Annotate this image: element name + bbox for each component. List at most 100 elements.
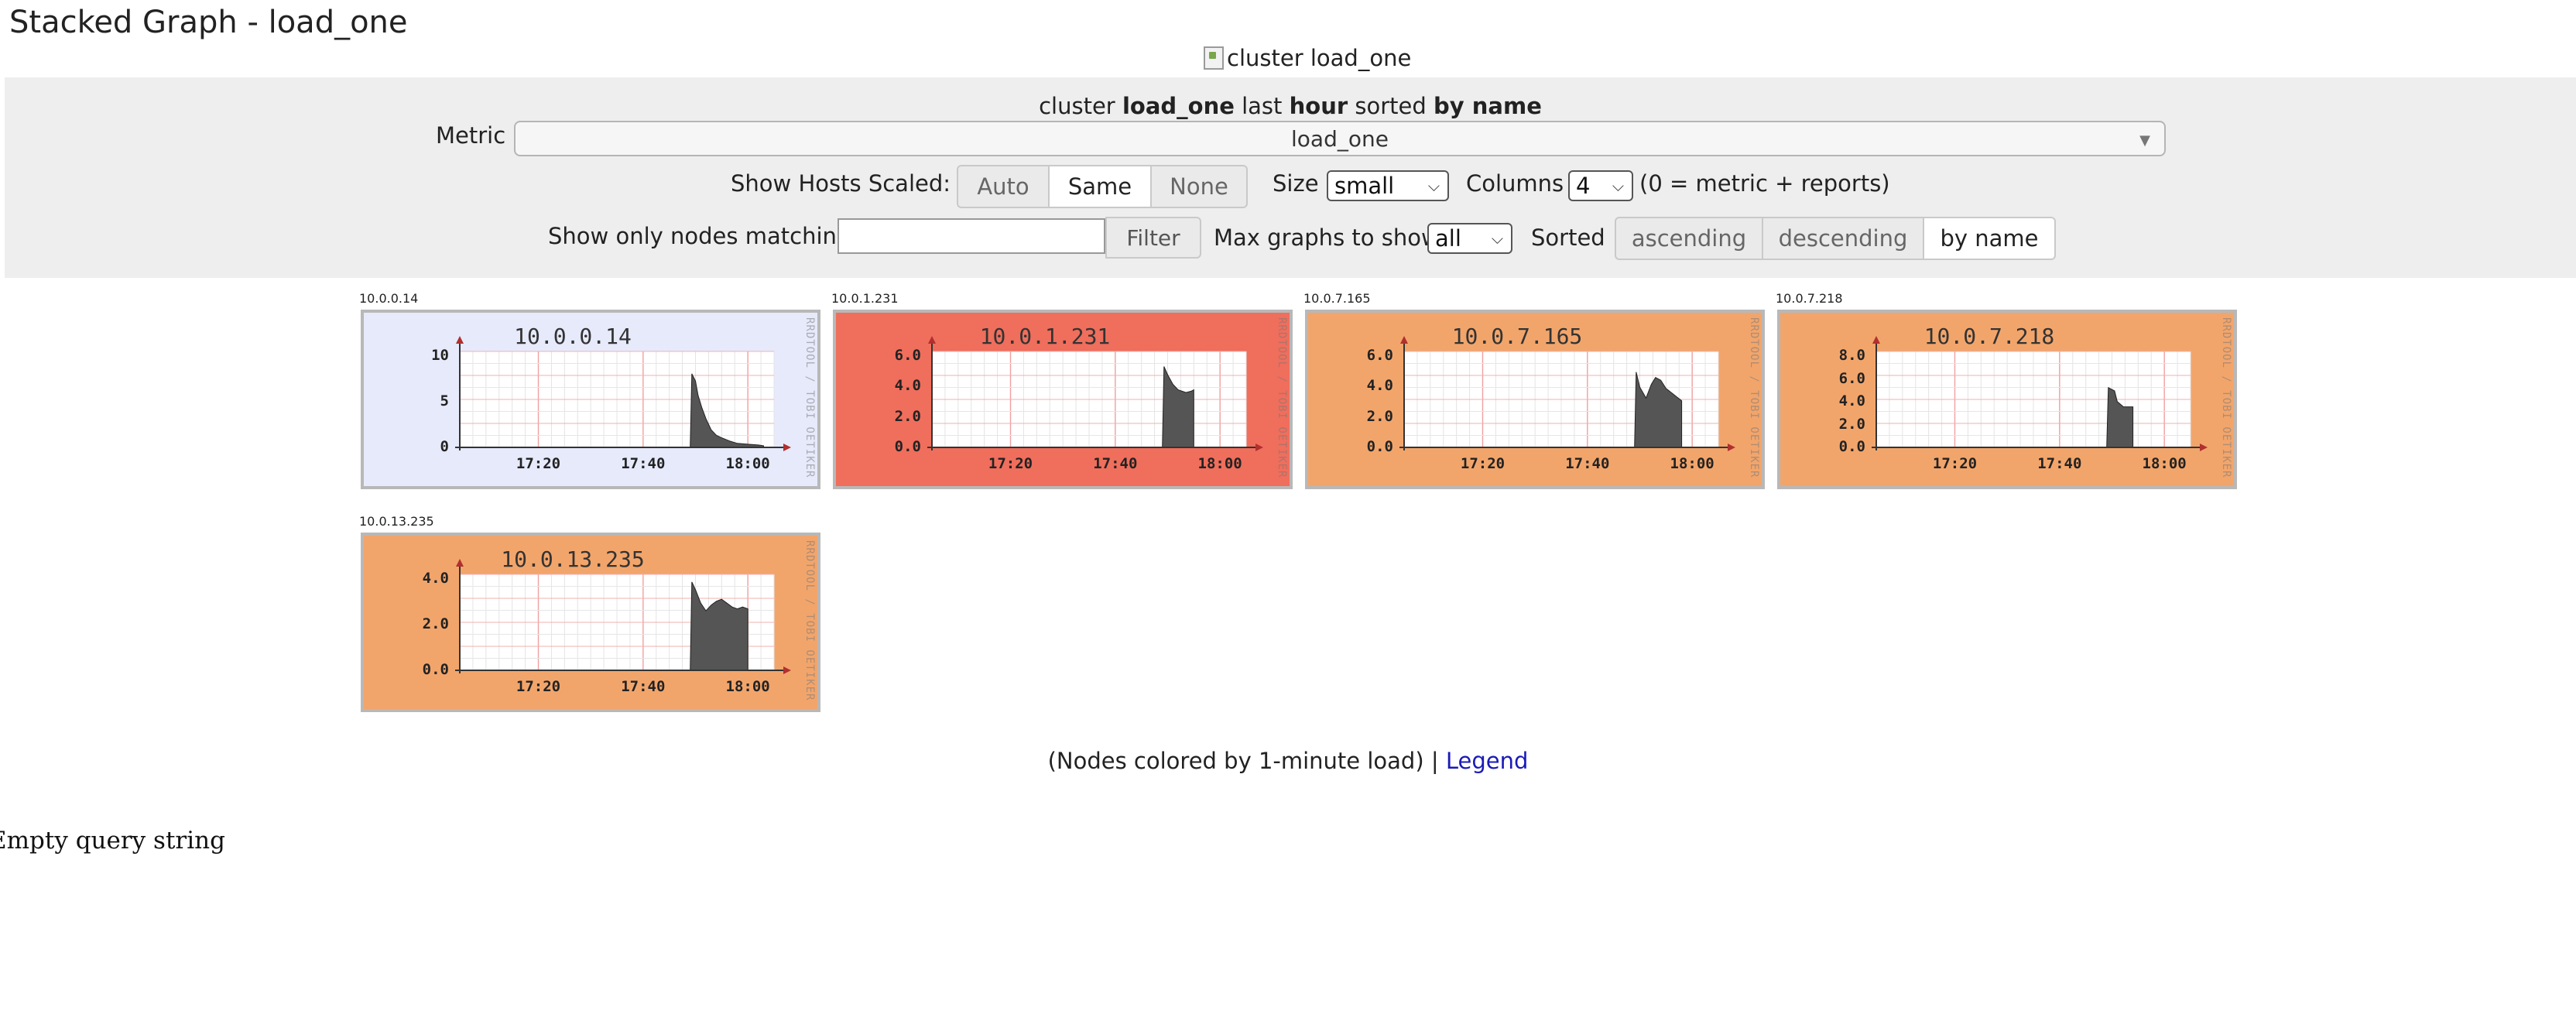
- y-tick-label: 0.0: [894, 438, 921, 455]
- x-axis-arrow-icon: [783, 444, 791, 451]
- filter-button[interactable]: Filter: [1105, 217, 1201, 259]
- host-label[interactable]: 10.0.1.231: [831, 291, 899, 306]
- rrdtool-watermark: RRDTOOL / TOBI OETIKER: [1276, 317, 1288, 478]
- host-graph-image[interactable]: 10.0.7.165 6.0 4.0 2.0 0.0 17:20 17:40 18:00 RRD…: [1305, 310, 1765, 489]
- metric-select[interactable]: load_one ▼: [514, 121, 2166, 156]
- broken-image-icon: [1204, 46, 1224, 70]
- y-tick-label: 10: [431, 347, 449, 364]
- scaled-label: Show Hosts Scaled:: [731, 170, 951, 197]
- metric-select-value: load_one: [1291, 125, 1389, 152]
- x-tick-label: 18:00: [725, 455, 770, 472]
- y-tick-label: 4.0: [422, 570, 449, 587]
- host-graph-image[interactable]: 10.0.7.218 8.0 6.0 4.0 2.0 0.0 17:20 17:40 18:00…: [1777, 310, 2237, 489]
- graph-title: 10.0.13.235: [501, 546, 645, 572]
- sorted-button-group: ascending descending by name: [1615, 217, 2056, 260]
- x-tick-label: 17:40: [1565, 455, 1610, 472]
- y-tick-label: 4.0: [1366, 377, 1393, 395]
- host-label[interactable]: 10.0.7.165: [1303, 291, 1371, 306]
- columns-select[interactable]: 4 ⌵: [1568, 170, 1633, 201]
- x-axis-arrow-icon: [1728, 444, 1735, 451]
- host-graph-image[interactable]: 10.0.13.235 4.0 2.0 0.0 17:20 17:40 18:00 RRDTO…: [361, 533, 820, 712]
- scaled-auto-button[interactable]: Auto: [957, 165, 1050, 208]
- error-message: Empty query string: [0, 827, 225, 855]
- cluster-image-alt: cluster load_one: [1204, 45, 1411, 71]
- scaled-none-button[interactable]: None: [1150, 165, 1248, 208]
- y-tick-label: 0: [440, 438, 449, 455]
- y-tick-label: 2.0: [894, 407, 921, 425]
- cluster-image-alt-text: cluster load_one: [1227, 45, 1412, 71]
- y-tick-label: 6.0: [1838, 369, 1865, 387]
- x-axis-arrow-icon: [783, 666, 791, 674]
- x-tick-label: 17:20: [988, 455, 1033, 472]
- chevron-down-icon: ⌵: [1427, 176, 1440, 195]
- host-graph-image[interactable]: 10.0.0.14 10 5 0 17:20 17:40 18:00 RRDTOOL / TO…: [361, 310, 820, 489]
- x-tick-label: 18:00: [2142, 455, 2187, 472]
- x-tick-label: 17:20: [1932, 455, 1978, 472]
- graph-summary: cluster load_one last hour sorted by nam…: [1039, 93, 1542, 119]
- y-tick-label: 2.0: [422, 615, 449, 632]
- chevron-down-icon: ⌵: [1612, 176, 1624, 195]
- control-panel: cluster load_one last hour sorted by nam…: [5, 77, 2576, 278]
- x-tick-label: 17:40: [621, 678, 666, 695]
- y-tick-label: 0.0: [422, 661, 449, 678]
- caret-down-icon: ▼: [2139, 132, 2150, 149]
- x-tick-label: 17:20: [516, 678, 561, 695]
- rrdtool-watermark: RRDTOOL / TOBI OETIKER: [803, 540, 816, 701]
- host-graph[interactable]: 10.0.7.218 10.0.7.218 8.0 6.0 4.0 2.0 0.0 17:20…: [1776, 291, 2240, 492]
- graph-title: 10.0.1.231: [979, 324, 1111, 349]
- x-tick-label: 18:00: [1197, 455, 1242, 472]
- rrdtool-watermark: RRDTOOL / TOBI OETIKER: [803, 317, 816, 478]
- host-label[interactable]: 10.0.0.14: [359, 291, 418, 306]
- max-graphs-select[interactable]: all ⌵: [1427, 223, 1512, 254]
- y-tick-label: 2.0: [1838, 415, 1865, 433]
- y-tick-label: 0.0: [1366, 438, 1393, 455]
- max-graphs-label: Max graphs to show: [1214, 224, 1440, 251]
- legend-note: (Nodes colored by 1-minute load) | Legen…: [1047, 748, 1529, 774]
- x-tick-label: 17:20: [1460, 455, 1506, 472]
- x-axis-arrow-icon: [2200, 444, 2208, 451]
- sort-ascending-button[interactable]: ascending: [1615, 217, 1763, 260]
- legend-link[interactable]: Legend: [1446, 748, 1529, 774]
- y-tick-label: 8.0: [1838, 347, 1865, 364]
- x-tick-label: 17:40: [621, 455, 666, 472]
- host-graph[interactable]: 10.0.7.165 10.0.7.165 6.0 4.0 2.0 0.0 17:20 17:…: [1303, 291, 1768, 492]
- host-graph-image[interactable]: 10.0.1.231 6.0 4.0 2.0 0.0 17:20 17:40 18:00 RRD…: [833, 310, 1293, 489]
- y-tick-label: 6.0: [894, 347, 921, 364]
- y-tick-label: 4.0: [1838, 392, 1865, 409]
- metric-label: Metric: [436, 122, 506, 149]
- scaled-button-group: Auto Same None: [957, 165, 1248, 208]
- sort-by-name-button[interactable]: by name: [1923, 217, 2056, 260]
- size-select[interactable]: small ⌵: [1327, 170, 1449, 201]
- rrdtool-watermark: RRDTOOL / TOBI OETIKER: [2220, 317, 2232, 478]
- filter-input[interactable]: [838, 218, 1105, 254]
- filter-label: Show only nodes matching: [548, 223, 851, 249]
- x-tick-label: 17:40: [1093, 455, 1138, 472]
- host-label[interactable]: 10.0.7.218: [1776, 291, 1843, 306]
- sorted-label: Sorted: [1531, 224, 1605, 251]
- host-label[interactable]: 10.0.13.235: [359, 514, 434, 529]
- host-graph[interactable]: 10.0.0.14 10.0.0.14 10 5 0 17:20 17:40 18:00 RRD…: [359, 291, 824, 492]
- x-axis-arrow-icon: [1255, 444, 1263, 451]
- size-label: Size: [1273, 170, 1319, 197]
- y-tick-label: 2.0: [1366, 407, 1393, 425]
- graph-title: 10.0.0.14: [514, 324, 632, 349]
- x-tick-label: 18:00: [725, 678, 770, 695]
- y-tick-label: 6.0: [1366, 347, 1393, 364]
- graph-title: 10.0.7.218: [1923, 324, 2055, 349]
- y-tick-label: 5: [440, 392, 449, 409]
- host-graph[interactable]: 10.0.1.231 10.0.1.231 6.0 4.0 2.0 0.0 17:20 17:…: [831, 291, 1296, 492]
- columns-label: Columns: [1466, 170, 1564, 197]
- page-title: Stacked Graph - load_one: [9, 5, 408, 40]
- x-tick-label: 17:20: [516, 455, 561, 472]
- y-tick-label: 4.0: [894, 377, 921, 395]
- graph-title: 10.0.7.165: [1451, 324, 1583, 349]
- rrdtool-watermark: RRDTOOL / TOBI OETIKER: [1748, 317, 1760, 478]
- x-tick-label: 17:40: [2037, 455, 2082, 472]
- scaled-same-button[interactable]: Same: [1048, 165, 1152, 208]
- x-tick-label: 18:00: [1670, 455, 1714, 472]
- columns-hint: (0 = metric + reports): [1639, 170, 1890, 197]
- sort-descending-button[interactable]: descending: [1762, 217, 1924, 260]
- chevron-down-icon: ⌵: [1491, 229, 1503, 248]
- y-tick-label: 0.0: [1838, 438, 1865, 455]
- host-graph[interactable]: 10.0.13.235 10.0.13.235 4.0 2.0 0.0 17:20 17:4…: [359, 514, 824, 715]
